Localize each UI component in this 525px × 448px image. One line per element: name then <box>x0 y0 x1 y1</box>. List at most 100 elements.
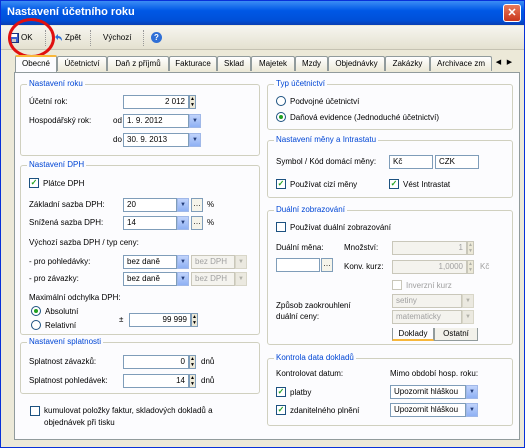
conversion-rate-unit: Kč <box>480 262 490 271</box>
inverse-rate-label: Inverzní kurz <box>406 281 452 290</box>
dual-currency-ellipsis-button[interactable]: … <box>321 258 333 272</box>
tab-dan-z-prijmu[interactable]: Daň z příjmů <box>107 56 169 71</box>
help-icon: ? <box>151 32 162 43</box>
accounting-type-title: Typ účetnictví <box>274 79 327 88</box>
foreign-currency-label: Používat cizí měny <box>290 180 358 189</box>
taxable-supply-action-select[interactable]: Upozornit hláškou <box>390 403 466 417</box>
basic-rate-dropdown[interactable]: ▼ <box>177 198 189 212</box>
rounding-units-select[interactable]: setiny <box>392 294 462 308</box>
currency-code-input[interactable]: CZK <box>435 155 479 169</box>
currency-title: Nastavení měny a Intrastatu <box>274 135 379 144</box>
from-date-input[interactable]: 1. 9. 2012 <box>123 114 189 128</box>
tab-zakazky[interactable]: Zakázky <box>385 56 430 71</box>
intrastat-checkbox[interactable]: ✓ <box>389 179 399 189</box>
payables-due-input[interactable]: 0 <box>123 355 189 369</box>
due-settings-title: Nastavení splatnosti <box>27 337 104 346</box>
tab-scroll-right-icon[interactable]: ▶ <box>504 57 515 69</box>
payments-checkbox[interactable]: ✓ <box>276 387 286 397</box>
receivables-price-dropdown[interactable]: ▼ <box>235 255 247 269</box>
cumulate-checkbox[interactable] <box>30 406 40 416</box>
conversion-rate-input[interactable]: 1,0000 <box>392 260 467 274</box>
fiscal-year-spinner[interactable]: ▲ ▼ <box>189 95 196 109</box>
taxable-supply-checkbox[interactable]: ✓ <box>276 405 286 415</box>
payables-due-label: Splatnost závazků: <box>29 357 97 366</box>
payables-rate-select[interactable]: bez daně <box>123 272 177 286</box>
receivables-due-spinner[interactable]: ▲ ▼ <box>189 374 196 388</box>
dual-currency-input[interactable] <box>276 258 320 272</box>
tab-fakturace[interactable]: Fakturace <box>169 56 217 71</box>
tab-majetek[interactable]: Majetek <box>251 56 295 71</box>
reduced-rate-label: Snížená sazba DPH: <box>29 218 104 227</box>
taxable-supply-action-dropdown[interactable]: ▼ <box>466 403 478 417</box>
tax-records-radio[interactable] <box>276 112 286 122</box>
currency-symbol-input[interactable]: Kč <box>389 155 433 169</box>
quantity-label: Množství: <box>344 243 379 252</box>
dual-display-label: Používat duální zobrazování <box>290 223 391 232</box>
basic-rate-ellipsis-button[interactable]: … <box>191 198 203 212</box>
help-button[interactable]: ? <box>151 30 162 46</box>
dual-currency-label: Duální měna: <box>276 243 324 252</box>
double-entry-radio[interactable] <box>276 96 286 106</box>
tab-archivace[interactable]: Archivace zm <box>430 56 492 71</box>
to-date-input[interactable]: 30. 9. 2013 <box>123 133 189 147</box>
dual-display-title: Duální zobrazování <box>274 205 347 214</box>
title-bar: Nastavení účetního roku ✕ <box>1 1 524 25</box>
tab-ucetnictvi[interactable]: Účetnictví <box>57 56 107 71</box>
payables-rate-dropdown[interactable]: ▼ <box>177 272 189 286</box>
close-button[interactable]: ✕ <box>503 4 521 22</box>
rounding-units-dropdown[interactable]: ▼ <box>462 294 474 308</box>
receivables-rate-dropdown[interactable]: ▼ <box>177 255 189 269</box>
tab-mzdy[interactable]: Mzdy <box>295 56 328 71</box>
tax-records-label: Daňová evidence (Jednoduché účetnictví) <box>290 113 439 122</box>
payables-price-select[interactable]: bez DPH <box>191 272 235 286</box>
rounding-method-dropdown[interactable]: ▼ <box>462 310 474 324</box>
tab-scroll-left-icon[interactable]: ◀ <box>493 57 504 69</box>
due-settings-group: Nastavení splatnosti Splatnost závazků: … <box>20 337 260 394</box>
fiscal-year-label: Účetní rok: <box>29 97 68 106</box>
payments-label: platby <box>290 388 312 397</box>
rounding-method-select[interactable]: matematicky <box>392 310 462 324</box>
payments-action-dropdown[interactable]: ▼ <box>466 385 478 399</box>
receivables-price-select[interactable]: bez DPH <box>191 255 235 269</box>
from-date-dropdown[interactable]: ▼ <box>189 114 201 128</box>
deviation-spinner[interactable]: ▲ ▼ <box>191 313 198 327</box>
foreign-currency-checkbox[interactable]: ✓ <box>276 179 286 189</box>
quantity-spinner[interactable]: ▲ ▼ <box>467 241 474 255</box>
reduced-rate-ellipsis-button[interactable]: … <box>191 216 203 230</box>
max-deviation-label: Maximální odchylka DPH: <box>29 293 121 302</box>
subtab-ostatni[interactable]: Ostatní <box>434 328 478 341</box>
vat-settings-group: Nastavení DPH ✓ Plátce DPH Základní sazb… <box>20 160 260 335</box>
payments-action-select[interactable]: Upozornit hláškou <box>390 385 466 399</box>
cumulate-label-line1: kumulovat položky faktur, skladových dok… <box>44 406 213 415</box>
relative-radio[interactable] <box>31 320 41 330</box>
window-title: Nastavení účetního roku <box>7 6 135 18</box>
deviation-input[interactable]: 99 999 <box>129 313 191 327</box>
vat-payer-checkbox[interactable]: ✓ <box>29 178 39 188</box>
basic-rate-select[interactable]: 20 <box>123 198 177 212</box>
back-button[interactable]: Zpět <box>53 30 81 46</box>
currency-symbol-label: Symbol / Kód domácí měny: <box>276 157 377 166</box>
tab-sklad[interactable]: Sklad <box>217 56 251 71</box>
dual-display-group: Duální zobrazování Používat duální zobra… <box>267 205 513 345</box>
tab-obecne[interactable]: Obecné <box>15 55 57 72</box>
subtab-doklady[interactable]: Doklady <box>392 328 434 341</box>
reduced-rate-dropdown[interactable]: ▼ <box>177 216 189 230</box>
receivables-due-input[interactable]: 14 <box>123 374 189 388</box>
default-button[interactable]: Výchozí <box>103 30 131 46</box>
conversion-rate-spinner[interactable]: ▲ ▼ <box>467 260 474 274</box>
dual-display-checkbox[interactable] <box>276 222 286 232</box>
toolbar-separator <box>90 30 92 46</box>
payables-due-spinner[interactable]: ▲ ▼ <box>189 355 196 369</box>
inverse-rate-checkbox[interactable] <box>392 280 402 290</box>
receivables-rate-select[interactable]: bez daně <box>123 255 177 269</box>
payables-price-dropdown[interactable]: ▼ <box>235 272 247 286</box>
back-label: Zpět <box>65 33 82 42</box>
absolute-radio[interactable] <box>31 306 41 316</box>
reduced-rate-select[interactable]: 14 <box>123 216 177 230</box>
to-date-dropdown[interactable]: ▼ <box>189 133 201 147</box>
tab-objednavky[interactable]: Objednávky <box>328 56 385 71</box>
fiscal-year-input[interactable]: 2 012 <box>123 95 189 109</box>
quantity-input[interactable]: 1 <box>392 241 467 255</box>
outside-period-label: Mimo období hosp. roku: <box>390 369 479 378</box>
double-entry-label: Podvojné účetnictví <box>290 97 360 106</box>
